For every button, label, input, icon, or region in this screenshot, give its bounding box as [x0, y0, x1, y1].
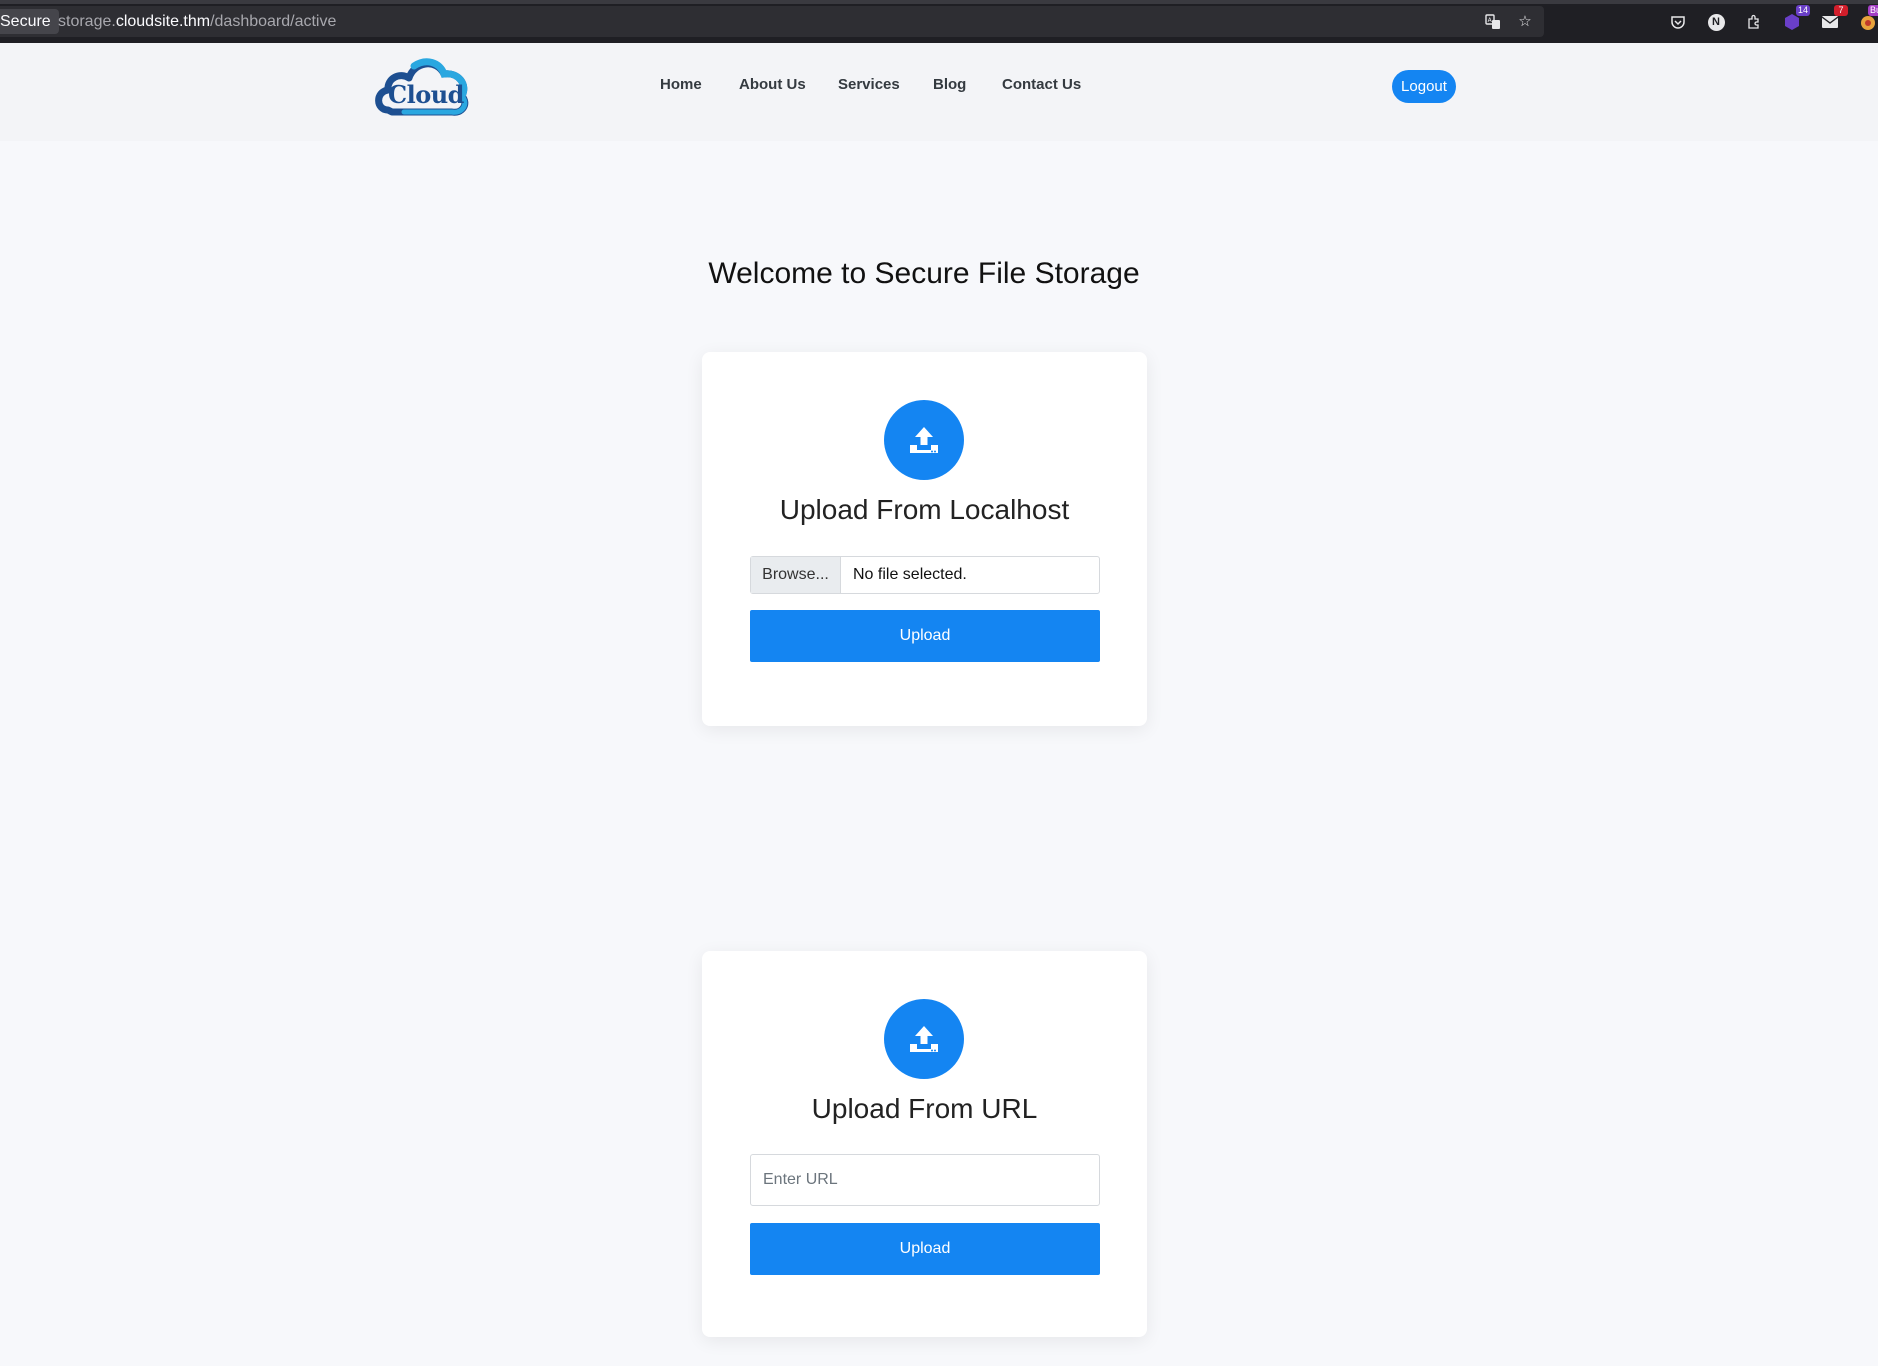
- nav-services[interactable]: Services: [838, 76, 900, 93]
- upload-url-card: Upload From URL Upload: [702, 951, 1147, 1337]
- url-host: cloudsite.thm: [115, 13, 211, 30]
- file-status-text: No file selected.: [853, 566, 967, 583]
- upload-icon-circle: [884, 400, 964, 480]
- security-indicator[interactable]: Secure: [0, 9, 59, 34]
- upload-url-button[interactable]: Upload: [750, 1223, 1100, 1275]
- nav-contact-us[interactable]: Contact Us: [1002, 76, 1081, 93]
- browser-toolbar: Secure storage.cloudsite.thm/dashboard/a…: [0, 0, 1878, 43]
- n-extension-icon[interactable]: N: [1706, 12, 1726, 32]
- page-title: Welcome to Secure File Storage: [708, 257, 1140, 290]
- purple-extension-icon[interactable]: 14: [1782, 5, 1810, 32]
- logout-button[interactable]: Logout: [1392, 70, 1456, 103]
- burp-extension-icon[interactable]: Bur: [1858, 5, 1878, 32]
- nav-home[interactable]: Home: [660, 76, 702, 93]
- browser-top-edge: [0, 0, 1878, 4]
- extensions-puzzle-icon[interactable]: [1744, 12, 1764, 32]
- upload-icon-circle: [884, 999, 964, 1079]
- nav-blog[interactable]: Blog: [933, 76, 966, 93]
- main-nav: Home About Us Services Blog Contact Us: [0, 76, 1878, 96]
- extension-badge: 14: [1795, 5, 1810, 16]
- translate-icon[interactable]: A: [1484, 13, 1502, 31]
- mail-badge: 7: [1834, 5, 1848, 16]
- file-input[interactable]: Browse... No file selected.: [750, 556, 1100, 594]
- pocket-icon[interactable]: [1668, 12, 1688, 32]
- url-path: /dashboard/active: [210, 13, 337, 30]
- upload-local-title: Upload From Localhost: [779, 494, 1070, 525]
- mail-extension-icon[interactable]: 7: [1820, 5, 1848, 32]
- url-text[interactable]: storage.cloudsite.thm/dashboard/active: [58, 6, 336, 37]
- bookmark-star-icon[interactable]: ☆: [1516, 13, 1534, 31]
- browse-button[interactable]: Browse...: [751, 557, 841, 593]
- upload-icon: [910, 1026, 938, 1052]
- url-input[interactable]: [750, 1154, 1100, 1206]
- address-bar[interactable]: Secure storage.cloudsite.thm/dashboard/a…: [0, 6, 1544, 37]
- burp-badge: Bur: [1867, 5, 1878, 16]
- nav-about-us[interactable]: About Us: [739, 76, 806, 93]
- upload-url-title: Upload From URL: [811, 1093, 1038, 1124]
- upload-local-button[interactable]: Upload: [750, 610, 1100, 662]
- url-prefix: storage.: [58, 13, 116, 30]
- upload-local-card: Upload From Localhost Browse... No file …: [702, 352, 1147, 726]
- upload-icon: [910, 427, 938, 453]
- svg-text:A: A: [1488, 17, 1493, 24]
